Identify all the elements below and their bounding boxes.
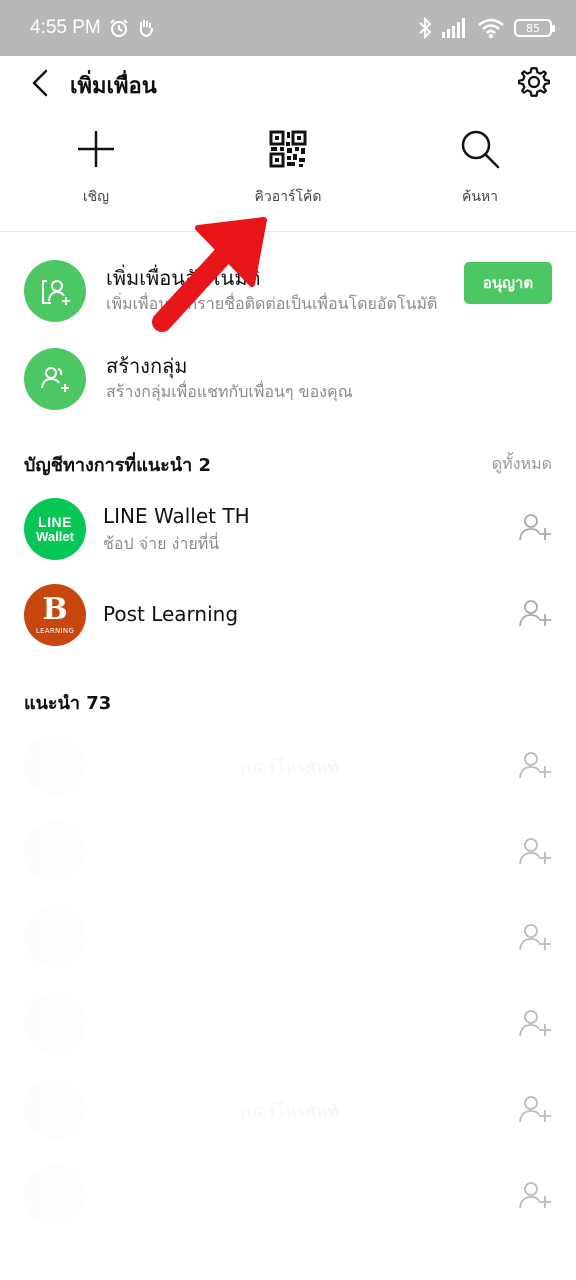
account-name: LINE Wallet TH [103,504,250,528]
avatar [24,992,86,1054]
line-wallet-logo-line2: Wallet [36,528,74,544]
avatar [24,1078,86,1140]
invite-action[interactable]: เชิญ [0,128,192,228]
add-friend-icon[interactable] [518,1008,552,1038]
status-bar: 4:55 PM 85 [0,0,576,56]
suggested-friend-row[interactable]: เบอร์โทรศัพท์ [0,1078,576,1164]
search-icon [461,130,500,169]
auto-add-subtitle: เพิ่มเพื่อนจากรายชื่อติดต่อเป็นเพื่อนโดย… [106,294,438,313]
create-group-row[interactable]: สร้างกลุ่ม สร้างกลุ่มเพื่อแชทกับเพื่อนๆ … [0,340,576,420]
wifi-icon [478,18,504,38]
suggested-friend-row[interactable] [0,820,576,906]
add-friend-icon[interactable] [518,922,552,952]
search-action[interactable]: ค้นหา [384,128,576,228]
add-friend-icon[interactable] [518,750,552,780]
add-friend-icon[interactable] [518,598,552,628]
settings-button[interactable] [517,66,551,98]
status-time: 4:55 PM [30,17,101,38]
line-wallet-avatar: LINE Wallet [24,498,86,560]
post-learning-logo-letter: B [42,592,68,627]
chevron-left-icon [32,69,48,97]
create-group-icon [24,348,86,410]
gear-icon [517,67,551,97]
allow-button[interactable]: อนุญาต [464,262,552,304]
account-name: Post Learning [103,602,239,626]
official-accounts-title: บัญชีทางการที่แนะนำ 2 [24,455,212,476]
see-all-link[interactable]: ดูทั้งหมด [492,452,552,477]
search-label: ค้นหา [461,189,499,205]
add-friend-icon[interactable] [518,512,552,542]
post-learning-avatar: B LEARNING [24,584,86,646]
qr-code-icon [269,130,307,168]
avatar [24,906,86,968]
add-friend-icon[interactable] [518,836,552,866]
suggested-friend-subtitle: เบอร์โทรศัพท์ [240,758,339,778]
create-group-title: สร้างกลุ่ม [106,354,188,378]
official-account-line-wallet[interactable]: LINE Wallet LINE Wallet TH ช้อป จ่าย ง่า… [0,490,576,566]
post-learning-logo-text: LEARNING [35,627,75,635]
suggested-friend-row[interactable] [0,1164,576,1250]
bluetooth-icon [419,17,432,39]
header: เพิ่มเพื่อน [0,56,576,110]
invite-label: เชิญ [82,189,110,205]
page-title: เพิ่มเพื่อน [70,74,157,99]
battery-indicator: 85 [514,19,555,37]
hand-icon [139,20,153,38]
divider [0,231,576,232]
suggested-header: แนะนำ 73 [24,688,552,717]
plus-icon [78,131,114,167]
battery-level: 85 [526,21,540,35]
signal-icon [442,18,465,38]
account-subtitle: ช้อป จ่าย ง่ายที่นี่ [103,534,220,553]
add-friend-icon[interactable] [518,1094,552,1124]
back-button[interactable] [26,68,54,98]
suggested-friend-row[interactable] [0,992,576,1078]
suggested-friend-row[interactable]: เบอร์โทรศัพท์ [0,734,576,820]
auto-add-title: เพิ่มเพื่อนอัตโนมัติ [106,266,261,290]
line-wallet-logo-line1: LINE [38,513,72,530]
qr-code-label: คิวอาร์โค้ด [254,189,322,205]
add-friend-icon[interactable] [518,1180,552,1210]
avatar [24,1164,86,1226]
auto-add-icon [24,260,86,322]
suggested-friend-subtitle: เบอร์โทรศัพท์ [240,1102,339,1122]
avatar [24,734,86,796]
suggested-friend-row[interactable] [0,906,576,992]
official-account-post-learning[interactable]: B LEARNING Post Learning [0,576,576,652]
create-group-subtitle: สร้างกลุ่มเพื่อแชทกับเพื่อนๆ ของคุณ [106,382,353,401]
suggested-title: แนะนำ 73 [24,693,112,714]
avatar [24,820,86,882]
alarm-icon [110,19,128,37]
add-friend-actions: เชิญ คิวอาร์โค้ด ค้นหา [0,128,576,228]
auto-add-friends-row[interactable]: เพิ่มเพื่อนอัตโนมัติ เพิ่มเพื่อนจากรายชื… [0,252,576,332]
qr-code-action[interactable]: คิวอาร์โค้ด [192,128,384,228]
official-accounts-header: บัญชีทางการที่แนะนำ 2 ดูทั้งหมด [24,450,552,479]
